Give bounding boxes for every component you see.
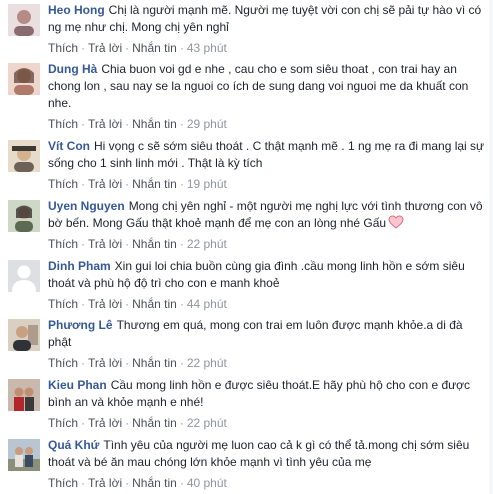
comment-actions: Thích · Trả lời · Nhắn tin · 19 phút <box>48 177 486 191</box>
comment-list: Heo Hong Chị là người mạnh mẽ. Người mẹ t… <box>0 0 493 494</box>
separator: · <box>125 117 130 131</box>
comment-actions: Thích · Trả lời · Nhắn tin · 22 phút <box>48 237 486 251</box>
comment-author[interactable]: Kieu Phan <box>48 378 107 392</box>
comment-text: Chia buon voi gd e nhe , cau cho e som s… <box>48 62 469 110</box>
avatar[interactable] <box>8 260 40 292</box>
separator: · <box>125 297 130 311</box>
comment-timestamp[interactable]: 29 phút <box>187 117 227 131</box>
separator: · <box>179 416 184 430</box>
comment-timestamp[interactable]: 22 phút <box>187 416 227 430</box>
avatar[interactable] <box>8 319 40 351</box>
comment-timestamp[interactable]: 44 phút <box>187 297 227 311</box>
comment-actions: Thích · Trả lời · Nhắn tin · 40 phút <box>48 476 486 490</box>
separator: · <box>179 476 184 490</box>
comment-actions: Thích · Trả lời · Nhắn tin · 44 phút <box>48 297 486 311</box>
separator: · <box>125 41 130 55</box>
separator: · <box>81 476 86 490</box>
separator: · <box>179 117 184 131</box>
reply-link[interactable]: Trả lời <box>88 356 122 370</box>
reply-link[interactable]: Trả lời <box>88 237 122 251</box>
reply-link[interactable]: Trả lời <box>88 117 122 131</box>
reply-link[interactable]: Trả lời <box>88 297 122 311</box>
separator: · <box>125 237 130 251</box>
separator: · <box>125 416 130 430</box>
separator: · <box>125 476 130 490</box>
like-link[interactable]: Thích <box>48 416 78 430</box>
like-link[interactable]: Thích <box>48 177 78 191</box>
like-link[interactable]: Thích <box>48 476 78 490</box>
separator: · <box>179 41 184 55</box>
message-link[interactable]: Nhắn tin <box>132 177 177 191</box>
comment-text-block: Vít Con Hi vọng c sẽ sớm siêu thoát . C t… <box>48 138 486 172</box>
separator: · <box>81 237 86 251</box>
avatar[interactable] <box>8 4 40 36</box>
separator: · <box>81 297 86 311</box>
separator: · <box>179 297 184 311</box>
avatar[interactable] <box>8 140 40 172</box>
comment-author[interactable]: Quá Khứ <box>48 438 99 452</box>
comment-text-block: Dung Hà Chia buon voi gd e nhe , cau cho … <box>48 61 486 112</box>
like-link[interactable]: Thích <box>48 41 78 55</box>
message-link[interactable]: Nhắn tin <box>132 476 177 490</box>
comment-text-block: Quá Khứ Tình yêu của người mẹ luon cao cả… <box>48 437 486 471</box>
separator: · <box>81 41 86 55</box>
avatar[interactable] <box>8 379 40 411</box>
comment-text: Hi vọng c sẽ sớm siêu thoát . C thật mạn… <box>48 139 485 170</box>
like-link[interactable]: Thích <box>48 297 78 311</box>
separator: · <box>125 356 130 370</box>
comment-author[interactable]: Dung Hà <box>48 62 97 76</box>
like-link[interactable]: Thích <box>48 356 78 370</box>
scrollbar-track[interactable] <box>489 0 493 494</box>
heart-emoji-icon <box>388 215 404 229</box>
like-link[interactable]: Thích <box>48 117 78 131</box>
separator: · <box>81 356 86 370</box>
separator: · <box>81 177 86 191</box>
comment-timestamp[interactable]: 43 phút <box>187 41 227 55</box>
comment-timestamp[interactable]: 19 phút <box>187 177 227 191</box>
reply-link[interactable]: Trả lời <box>88 41 122 55</box>
comment-timestamp[interactable]: 40 phút <box>187 476 227 490</box>
comment-actions: Thích · Trả lời · Nhắn tin · 22 phút <box>48 356 486 370</box>
separator: · <box>179 177 184 191</box>
comment-text: Tình yêu của người mẹ luon cao cả k gì c… <box>48 438 470 469</box>
avatar[interactable] <box>8 439 40 471</box>
separator: · <box>81 117 86 131</box>
message-link[interactable]: Nhắn tin <box>132 41 177 55</box>
separator: · <box>81 416 86 430</box>
comment-actions: Thích · Trả lời · Nhắn tin · 29 phút <box>48 117 486 131</box>
separator: · <box>125 177 130 191</box>
comment-timestamp[interactable]: 22 phút <box>187 356 227 370</box>
reply-link[interactable]: Trả lời <box>88 177 122 191</box>
separator: · <box>179 237 184 251</box>
like-link[interactable]: Thích <box>48 237 78 251</box>
comment-actions: Thích · Trả lời · Nhắn tin · 43 phút <box>48 41 486 55</box>
comment-author[interactable]: Heo Hong <box>48 3 105 17</box>
avatar[interactable] <box>8 200 40 232</box>
comment-text-block: Kieu Phan Cầu mong linh hồn e được siêu t… <box>48 377 486 411</box>
comment-author[interactable]: Phương Lê <box>48 318 113 332</box>
comment-author[interactable]: Vít Con <box>48 139 90 153</box>
comment-text: Cầu mong linh hồn e được siêu thoát.E hã… <box>48 378 471 409</box>
comment-text: Chị là người mạnh mẽ. Người mẹ tuyệt vời… <box>48 3 482 34</box>
reply-link[interactable]: Trả lời <box>88 476 122 490</box>
message-link[interactable]: Nhắn tin <box>132 416 177 430</box>
separator: · <box>179 356 184 370</box>
comment-text-block: Heo Hong Chị là người mạnh mẽ. Người mẹ t… <box>48 2 486 36</box>
comment-text-block: Phương Lê Thương em quá, mong con trai em… <box>48 317 486 351</box>
message-link[interactable]: Nhắn tin <box>132 237 177 251</box>
comment-text-block: Uyen Nguyen Mong chị yên nghỉ - một người… <box>48 198 486 232</box>
message-link[interactable]: Nhắn tin <box>132 297 177 311</box>
reply-link[interactable]: Trả lời <box>88 416 122 430</box>
avatar[interactable] <box>8 63 40 95</box>
message-link[interactable]: Nhắn tin <box>132 117 177 131</box>
comment-author[interactable]: Uyen Nguyen <box>48 199 125 213</box>
comment-author[interactable]: Dinh Pham <box>48 259 111 273</box>
comment-text-block: Dinh Pham Xin gui loi chia buồn cùng gia … <box>48 258 486 292</box>
comment-timestamp[interactable]: 22 phút <box>187 237 227 251</box>
message-link[interactable]: Nhắn tin <box>132 356 177 370</box>
comment-actions: Thích · Trả lời · Nhắn tin · 22 phút <box>48 416 486 430</box>
